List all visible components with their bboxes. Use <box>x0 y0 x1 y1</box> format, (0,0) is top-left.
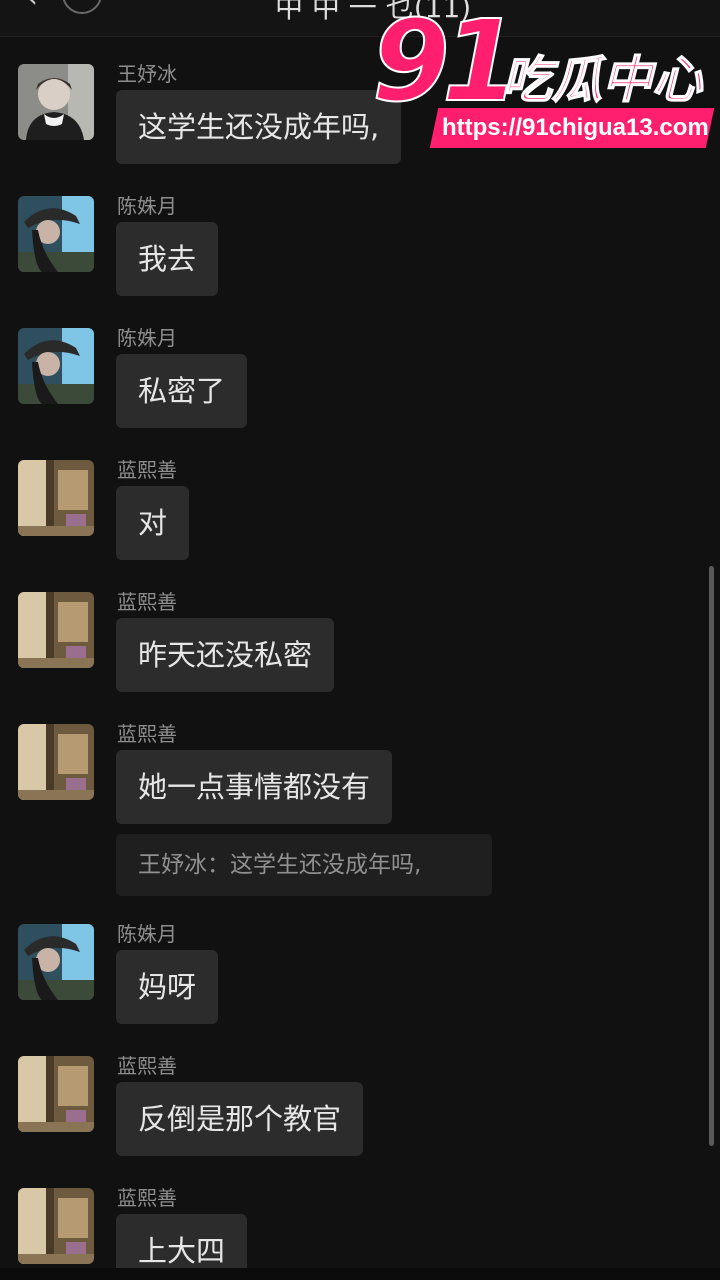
message-bubble[interactable]: 我去 <box>116 222 219 296</box>
message-bubble[interactable]: 对 <box>116 486 190 560</box>
avatar-lan[interactable] <box>18 724 94 800</box>
chat-screen: ‹ 中 中 一 乜(11) 王妤冰 这学生还没成年吗, <box>0 0 720 1280</box>
message-bubble[interactable]: 昨天还没私密 <box>116 618 335 692</box>
header-avatar-icon[interactable] <box>62 0 102 14</box>
avatar-lan[interactable] <box>18 592 94 668</box>
avatar-lan[interactable] <box>18 1188 94 1264</box>
avatar-lan[interactable] <box>18 460 94 536</box>
avatar-chen[interactable] <box>18 196 94 272</box>
watermark-url: https://91chigua13.com <box>442 114 709 141</box>
avatar-chen[interactable] <box>18 924 94 1000</box>
avatar-chen[interactable] <box>18 328 94 404</box>
message-bubble[interactable]: 这学生还没成年吗, <box>116 90 402 164</box>
quoted-reply[interactable]: 王妤冰：这学生还没成年吗, <box>116 834 492 896</box>
back-arrow-icon[interactable]: ‹ <box>26 0 54 13</box>
sender-name: 陈姝月 <box>117 194 177 218</box>
sender-name: 陈姝月 <box>117 326 177 350</box>
watermark-name: 吃瓜中心 <box>501 50 703 110</box>
sender-name: 陈姝月 <box>117 922 177 946</box>
watermark-logo: 91 吃瓜中心 https://91chigua13.com <box>360 0 720 150</box>
sender-name: 王妤冰 <box>117 62 177 86</box>
avatar-lan[interactable] <box>18 1056 94 1132</box>
message-bubble[interactable]: 她一点事情都没有 <box>116 750 393 824</box>
sender-name: 蓝熙善 <box>117 590 177 614</box>
message-bubble[interactable]: 反倒是那个教官 <box>116 1082 364 1156</box>
avatar-wang[interactable] <box>18 64 94 140</box>
sender-name: 蓝熙善 <box>117 458 177 482</box>
message-bubble[interactable]: 妈呀 <box>116 950 219 1024</box>
message-bubble[interactable]: 私密了 <box>116 354 248 428</box>
scrollbar[interactable] <box>709 566 714 1146</box>
bottom-edge <box>0 1268 720 1280</box>
sender-name: 蓝熙善 <box>117 722 177 746</box>
sender-name: 蓝熙善 <box>117 1054 177 1078</box>
sender-name: 蓝熙善 <box>117 1186 177 1210</box>
watermark-number: 91 <box>371 0 521 127</box>
